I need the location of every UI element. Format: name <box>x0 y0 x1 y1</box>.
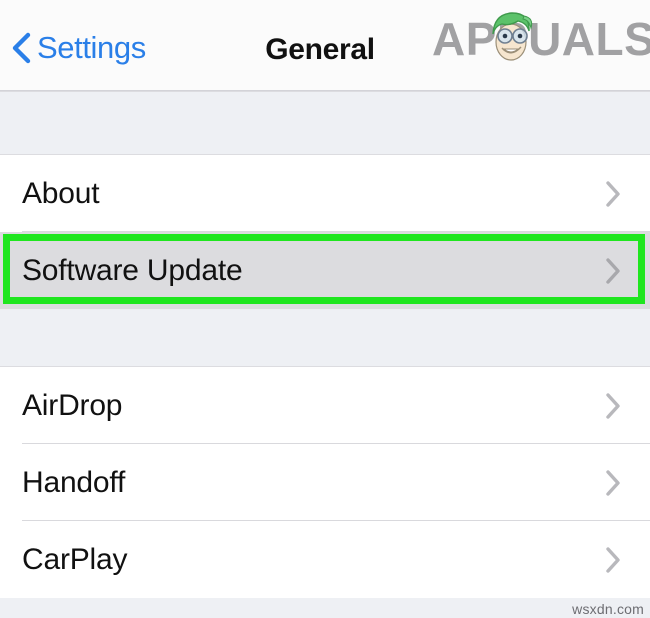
chevron-right-icon <box>604 391 622 421</box>
settings-group-system: About Software Update <box>0 155 650 309</box>
settings-group-sharing: AirDrop Handoff CarPlay <box>0 367 650 598</box>
list-item-label: Handoff <box>22 465 126 499</box>
page-title: General <box>265 33 375 66</box>
list-item-label: CarPlay <box>22 542 128 576</box>
list-item-software-update[interactable]: Software Update <box>0 232 650 309</box>
list-item-handoff[interactable]: Handoff <box>0 444 650 521</box>
navigation-bar: Settings General APPUALS <box>0 0 650 91</box>
list-item-carplay[interactable]: CarPlay <box>0 521 650 598</box>
section-gap-bottom <box>0 597 650 618</box>
chevron-right-icon <box>604 468 622 498</box>
section-gap-middle <box>0 305 650 367</box>
chevron-right-icon <box>604 179 622 209</box>
section-gap-top <box>0 91 650 155</box>
chevron-right-icon <box>604 545 622 575</box>
chevron-right-icon <box>604 256 622 286</box>
list-item-about[interactable]: About <box>0 155 650 232</box>
list-item-label: Software Update <box>22 253 243 287</box>
list-item-airdrop[interactable]: AirDrop <box>0 367 650 444</box>
ios-settings-general-screen: Settings General APPUALS About Software … <box>0 0 650 618</box>
list-item-label: AirDrop <box>22 388 123 422</box>
site-watermark: wsxdn.com <box>572 601 644 617</box>
list-item-label: About <box>22 176 100 210</box>
